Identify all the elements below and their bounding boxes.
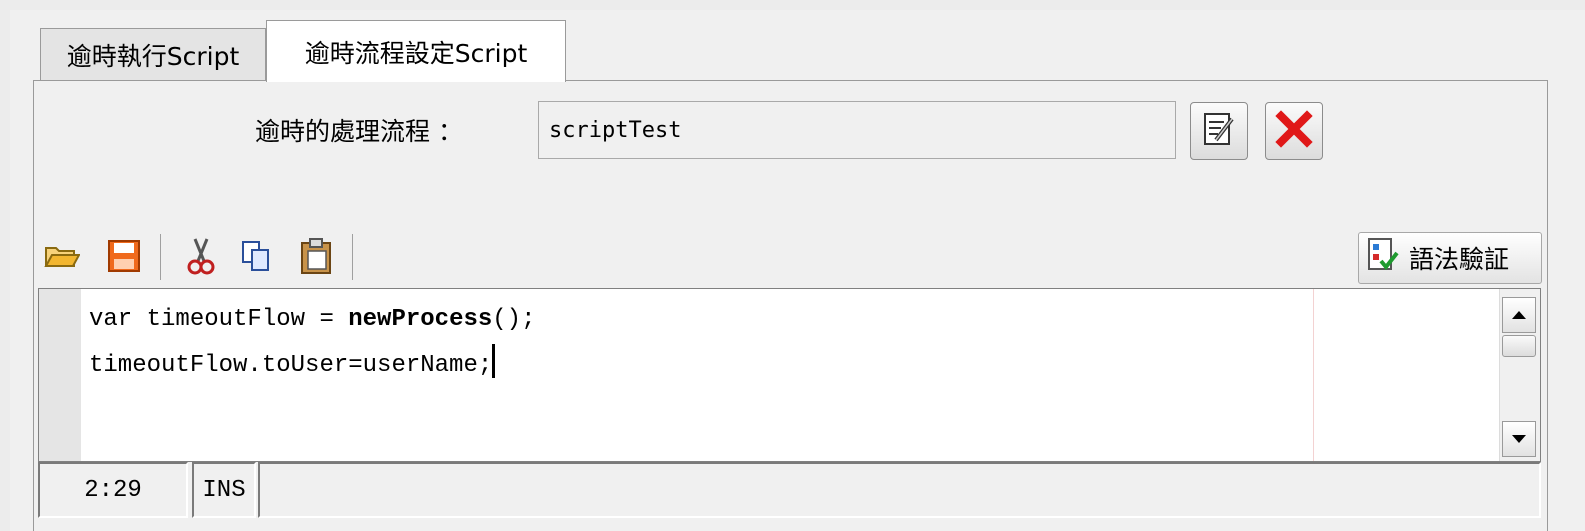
editor-gutter bbox=[39, 289, 81, 461]
scrollbar-thumb[interactable] bbox=[1502, 335, 1536, 357]
code-content[interactable]: var timeoutFlow = newProcess(); timeoutFl… bbox=[89, 297, 536, 389]
edit-document-icon bbox=[1202, 111, 1236, 151]
status-bar: 2:29 INS bbox=[38, 462, 1541, 518]
scroll-up-button[interactable] bbox=[1502, 297, 1536, 333]
tab-label: 逾時流程設定Script bbox=[304, 38, 528, 68]
save-icon[interactable] bbox=[106, 236, 142, 276]
open-folder-icon[interactable] bbox=[44, 236, 80, 276]
arrow-down-icon bbox=[1512, 435, 1526, 443]
delete-x-icon bbox=[1275, 110, 1313, 152]
edit-flow-button[interactable] bbox=[1190, 102, 1248, 160]
paste-icon[interactable] bbox=[298, 236, 334, 276]
timeout-flow-label: 逾時的處理流程 ： bbox=[255, 117, 463, 146]
cut-icon[interactable] bbox=[183, 236, 219, 276]
cursor-position: 2:29 bbox=[38, 462, 188, 518]
tab-label: 逾時執行Script bbox=[66, 41, 240, 71]
toolbar-separator bbox=[352, 234, 353, 280]
scroll-down-button[interactable] bbox=[1502, 421, 1536, 457]
code-keyword: newProcess bbox=[348, 306, 493, 333]
text-caret bbox=[492, 344, 496, 378]
syntax-verify-button[interactable]: 語法驗証 bbox=[1358, 232, 1542, 284]
insert-mode-indicator: INS bbox=[192, 462, 256, 518]
script-editor[interactable]: var timeoutFlow = newProcess(); timeoutFl… bbox=[38, 288, 1541, 462]
code-text: var timeoutFlow = bbox=[89, 306, 349, 333]
toolbar-separator bbox=[160, 234, 161, 280]
code-line: var timeoutFlow = newProcess(); bbox=[89, 297, 536, 343]
verify-label: 語法驗証 bbox=[1409, 245, 1510, 274]
timeout-flow-field[interactable] bbox=[538, 101, 1176, 159]
code-text: (); bbox=[492, 306, 536, 333]
status-message bbox=[258, 462, 1541, 518]
arrow-up-icon bbox=[1512, 311, 1526, 319]
code-text: timeoutFlow.toUser=userName; bbox=[89, 352, 493, 379]
editor-margin-line bbox=[1313, 289, 1314, 461]
tab-timeout-exec-script[interactable]: 逾時執行Script bbox=[40, 28, 266, 80]
delete-flow-button[interactable] bbox=[1265, 102, 1323, 160]
tab-timeout-flow-script[interactable]: 逾時流程設定Script bbox=[266, 20, 566, 82]
vertical-scrollbar[interactable] bbox=[1499, 289, 1540, 461]
verify-icon bbox=[1367, 237, 1399, 279]
code-line: timeoutFlow.toUser=userName; bbox=[89, 343, 536, 389]
copy-icon[interactable] bbox=[238, 236, 274, 276]
